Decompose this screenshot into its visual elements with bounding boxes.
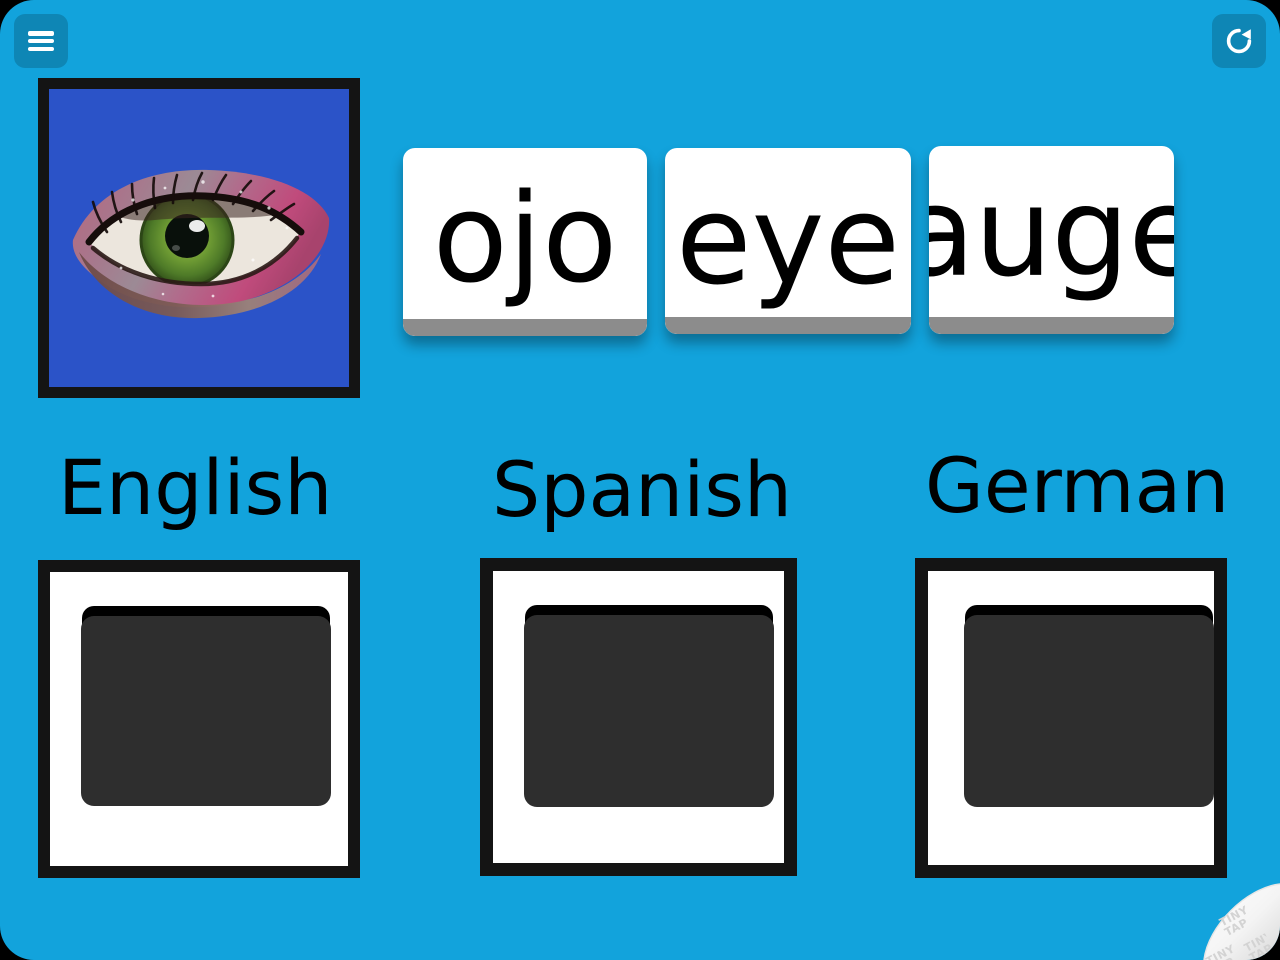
hamburger-menu-icon xyxy=(28,31,54,51)
watermark-line-2: TAP xyxy=(1222,916,1251,940)
page-curl-watermark: TINY TAP TINY TAP TINY TAP xyxy=(1194,874,1280,960)
dropzone-spanish[interactable] xyxy=(480,558,797,876)
eye-photo-illustration xyxy=(72,169,330,319)
word-card-ojo[interactable]: ojo xyxy=(403,148,647,336)
word-card-label: auge xyxy=(929,162,1174,305)
watermark-line-1: TINY xyxy=(1241,928,1276,955)
refresh-button[interactable] xyxy=(1212,14,1266,68)
page-curl-icon xyxy=(1203,883,1280,960)
card-bottom-lip xyxy=(403,319,647,336)
dropzone-english[interactable] xyxy=(38,560,360,878)
word-card-label: ojo xyxy=(432,168,618,311)
word-card-auge[interactable]: auge xyxy=(929,146,1174,334)
dropzone-slot[interactable] xyxy=(964,615,1214,807)
watermark-text-group: TINY TAP TINY TAP TINY TAP xyxy=(1170,887,1278,960)
prompt-image xyxy=(49,89,349,387)
watermark-line-1: TINY xyxy=(1203,942,1238,960)
language-label-german: German xyxy=(925,441,1230,530)
watermark-line-2: TAP xyxy=(1247,941,1276,960)
prompt-image-frame[interactable] xyxy=(38,78,360,398)
card-bottom-lip xyxy=(929,317,1174,334)
card-bottom-lip xyxy=(665,317,911,334)
app-root: ojo eye auge English Spanish German TINY… xyxy=(0,0,1280,960)
word-card-label: eye xyxy=(675,170,901,313)
language-label-spanish: Spanish xyxy=(492,445,793,534)
word-card-eye[interactable]: eye xyxy=(665,148,911,334)
refresh-icon xyxy=(1226,28,1252,54)
watermark-line-1: TINY xyxy=(1217,903,1251,930)
watermark-line-2: TAP xyxy=(1209,953,1243,960)
language-label-english: English xyxy=(58,443,333,532)
dropzone-slot[interactable] xyxy=(524,615,774,807)
dropzone-german[interactable] xyxy=(915,558,1227,878)
menu-button[interactable] xyxy=(14,14,68,68)
dropzone-slot[interactable] xyxy=(81,616,331,806)
